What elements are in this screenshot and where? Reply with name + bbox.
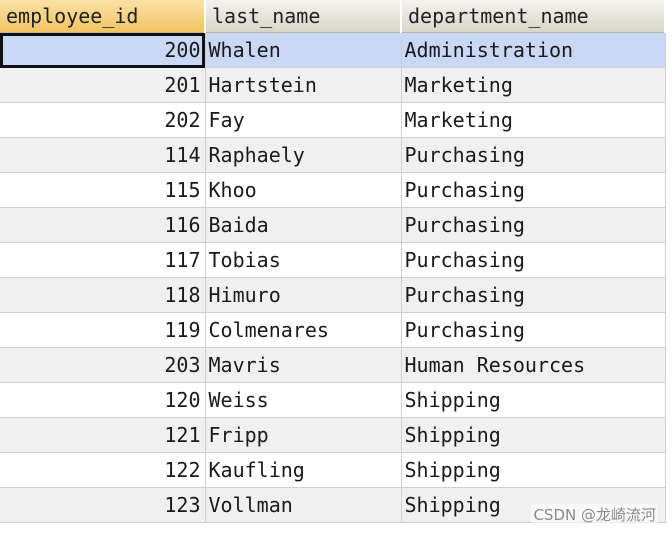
cell-last-name[interactable]: Vollman	[205, 487, 402, 523]
table-row[interactable]: 115 Khoo Purchasing	[0, 172, 666, 208]
table-row[interactable]: 203 Mavris Human Resources	[0, 347, 666, 383]
cell-last-name[interactable]: Raphaely	[205, 137, 402, 173]
cell-employee-id[interactable]: 121	[0, 417, 206, 453]
cell-department-name[interactable]: Purchasing	[401, 277, 666, 313]
cell-department-name[interactable]: Human Resources	[401, 347, 666, 383]
cell-department-name[interactable]: Marketing	[401, 102, 666, 138]
cell-department-name[interactable]: Shipping	[401, 382, 666, 418]
table-row[interactable]: 119 Colmenares Purchasing	[0, 312, 666, 348]
table-row[interactable]: 118 Himuro Purchasing	[0, 277, 666, 313]
cell-employee-id[interactable]: 114	[0, 137, 206, 173]
cell-department-name[interactable]: Shipping	[401, 452, 666, 488]
cell-last-name[interactable]: Whalen	[205, 32, 402, 68]
table-row[interactable]: 200 Whalen Administration	[0, 32, 666, 68]
cell-employee-id[interactable]: 117	[0, 242, 206, 278]
watermark: CSDN @龙崎流河	[531, 504, 658, 525]
cell-last-name[interactable]: Kaufling	[205, 452, 402, 488]
cell-last-name[interactable]: Weiss	[205, 382, 402, 418]
cell-department-name[interactable]: Purchasing	[401, 242, 666, 278]
table-row[interactable]: 201 Hartstein Marketing	[0, 67, 666, 103]
table-row[interactable]: 121 Fripp Shipping	[0, 417, 666, 453]
cell-employee-id[interactable]: 116	[0, 207, 206, 243]
table-row[interactable]: 202 Fay Marketing	[0, 102, 666, 138]
cell-employee-id[interactable]: 115	[0, 172, 206, 208]
cell-last-name[interactable]: Fripp	[205, 417, 402, 453]
grid-body: 200 Whalen Administration 201 Hartstein Marke…	[0, 32, 666, 523]
cell-department-name[interactable]: Purchasing	[401, 172, 666, 208]
cell-department-name[interactable]: Purchasing	[401, 312, 666, 348]
column-header-employee-id[interactable]: employee_id	[0, 0, 206, 33]
column-header-last-name[interactable]: last_name	[205, 0, 402, 33]
cell-last-name[interactable]: Tobias	[205, 242, 402, 278]
cell-department-name[interactable]: Purchasing	[401, 207, 666, 243]
result-grid[interactable]: employee_id last_name department_name 20…	[0, 0, 666, 523]
cell-employee-id[interactable]: 203	[0, 347, 206, 383]
cell-last-name[interactable]: Fay	[205, 102, 402, 138]
cell-employee-id[interactable]: 118	[0, 277, 206, 313]
column-header-department-name[interactable]: department_name	[401, 0, 666, 33]
cell-last-name[interactable]: Hartstein	[205, 67, 402, 103]
table-row[interactable]: 120 Weiss Shipping	[0, 382, 666, 418]
cell-employee-id[interactable]: 200	[0, 32, 206, 68]
cell-last-name[interactable]: Colmenares	[205, 312, 402, 348]
cell-last-name[interactable]: Mavris	[205, 347, 402, 383]
cell-department-name[interactable]: Shipping	[401, 417, 666, 453]
cell-employee-id[interactable]: 119	[0, 312, 206, 348]
cell-employee-id[interactable]: 123	[0, 487, 206, 523]
table-row[interactable]: 116 Baida Purchasing	[0, 207, 666, 243]
table-row[interactable]: 114 Raphaely Purchasing	[0, 137, 666, 173]
table-row[interactable]: 122 Kaufling Shipping	[0, 452, 666, 488]
cell-department-name[interactable]: Purchasing	[401, 137, 666, 173]
cell-employee-id[interactable]: 201	[0, 67, 206, 103]
cell-last-name[interactable]: Himuro	[205, 277, 402, 313]
cell-department-name[interactable]: Administration	[401, 32, 666, 68]
cell-department-name[interactable]: Marketing	[401, 67, 666, 103]
cell-last-name[interactable]: Khoo	[205, 172, 402, 208]
cell-employee-id[interactable]: 120	[0, 382, 206, 418]
cell-last-name[interactable]: Baida	[205, 207, 402, 243]
cell-employee-id[interactable]: 202	[0, 102, 206, 138]
header-row: employee_id last_name department_name	[0, 0, 666, 33]
cell-employee-id[interactable]: 122	[0, 452, 206, 488]
table-row[interactable]: 117 Tobias Purchasing	[0, 242, 666, 278]
